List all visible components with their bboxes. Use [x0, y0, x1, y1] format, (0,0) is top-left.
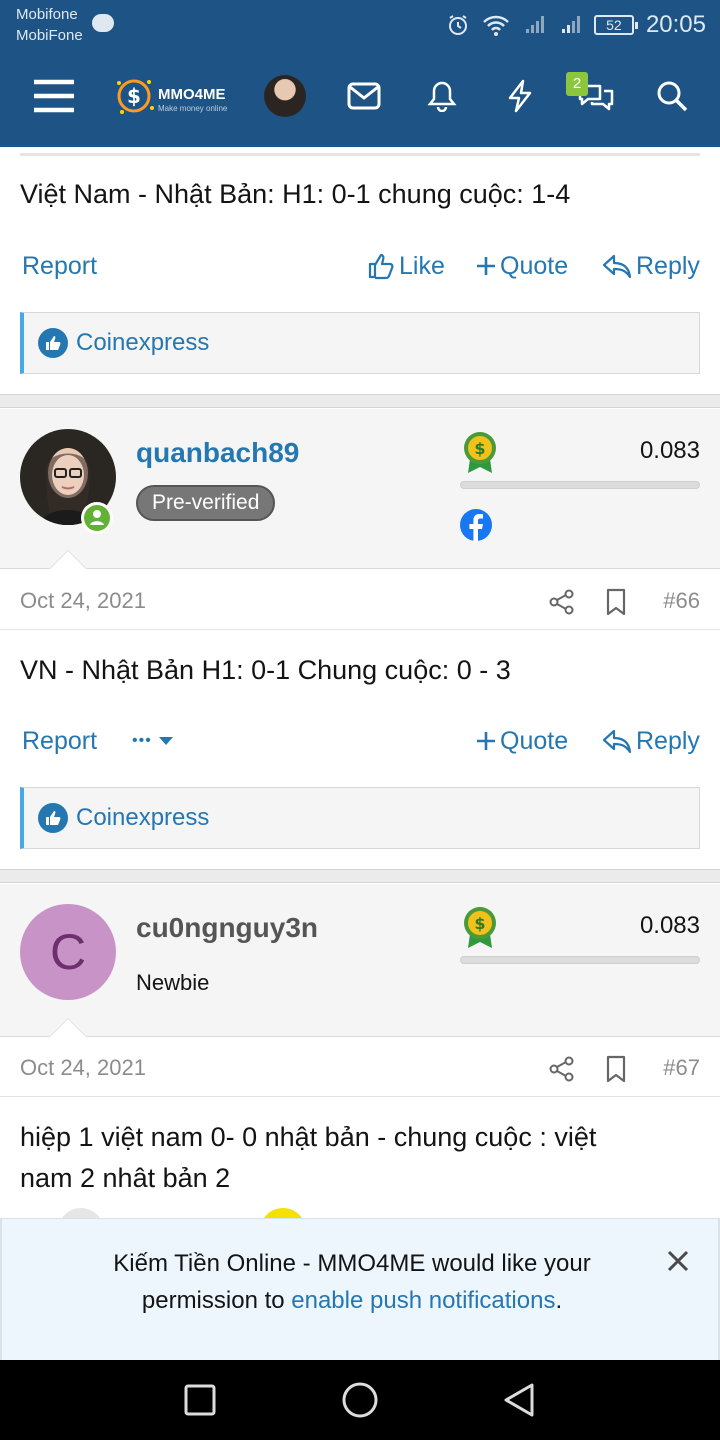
- user-info-block: C cu0ngnguy3n Newbie $ 0.083: [0, 884, 720, 1037]
- message-notification-icon: [92, 14, 114, 32]
- signal-2-icon: [561, 16, 580, 33]
- money-medal-icon: $: [464, 432, 496, 473]
- signal-1-icon: [525, 16, 544, 33]
- system-navigation-bar: [0, 1360, 720, 1440]
- carrier-2: MobiFone: [16, 27, 83, 44]
- alarm-icon: [448, 15, 467, 35]
- pointer: [50, 1019, 86, 1037]
- reaction-user[interactable]: Coinexpress: [76, 329, 209, 357]
- money-medal-icon: $: [464, 907, 496, 948]
- logo-mark-icon: $: [117, 79, 154, 114]
- like-reaction-icon: [38, 328, 68, 358]
- post-meta: Oct 24, 2021 #66: [0, 570, 720, 630]
- post-actions: Report ••• Quote Reply: [0, 721, 720, 761]
- plus-icon: [477, 257, 495, 275]
- notification-text-end: .: [555, 1287, 563, 1314]
- user-title-badge: Pre-verified: [136, 485, 276, 521]
- post-number[interactable]: #67: [663, 1055, 700, 1081]
- post-actions: Report Like Quote Reply: [0, 246, 720, 286]
- nav-bar: $ MMO4ME Make money online 2: [0, 56, 720, 136]
- svg-text:$: $: [474, 439, 485, 458]
- quote-button[interactable]: Quote: [476, 721, 568, 761]
- user-title: Newbie: [136, 970, 210, 995]
- app-header: Mobifone MobiFone 52 20:05 $ MMO4ME Make…: [0, 0, 720, 147]
- like-reaction-icon: [38, 803, 68, 833]
- reply-label: Reply: [636, 252, 700, 280]
- score-progress-bar: [460, 956, 700, 964]
- user-score: 0.083: [639, 437, 700, 464]
- logo-tagline: Make money online: [158, 104, 228, 113]
- quote-label: Quote: [500, 252, 569, 280]
- reactions-bar[interactable]: Coinexpress: [20, 787, 700, 849]
- reply-button[interactable]: Reply: [602, 721, 700, 761]
- thumbs-up-icon: [368, 253, 394, 280]
- username[interactable]: cu0ngnguy3n: [136, 912, 318, 944]
- share-icon[interactable]: [548, 588, 576, 616]
- home-icon[interactable]: [340, 1380, 380, 1420]
- post-body: VN - Nhật Bản H1: 0-1 Chung cuộc: 0 - 3: [20, 655, 511, 685]
- plus-icon: [477, 732, 495, 750]
- bell-icon[interactable]: [420, 74, 464, 118]
- pointer: [50, 551, 86, 569]
- more-options-button[interactable]: •••: [132, 721, 176, 761]
- post-meta: Oct 24, 2021 #67: [0, 1037, 720, 1097]
- facebook-icon[interactable]: [460, 509, 492, 541]
- svg-text:$: $: [474, 914, 485, 933]
- post-body: Việt Nam - Nhật Bản: H1: 0-1 chung cuộc:…: [20, 179, 571, 209]
- user-avatar[interactable]: C: [20, 904, 116, 1000]
- post-date[interactable]: Oct 24, 2021: [20, 1055, 146, 1081]
- lightning-icon[interactable]: [498, 74, 542, 118]
- share-icon[interactable]: [548, 1055, 576, 1083]
- search-icon[interactable]: [650, 74, 694, 118]
- like-button[interactable]: Like: [367, 246, 445, 286]
- svg-text:$: $: [127, 84, 141, 108]
- post-separator: [0, 869, 720, 883]
- logo-text: MMO4ME: [158, 86, 226, 103]
- divider: [20, 153, 700, 156]
- enable-notifications-link[interactable]: enable push notifications: [291, 1287, 555, 1314]
- post-separator: [0, 394, 720, 408]
- more-label: •••: [132, 732, 152, 749]
- reactions-bar[interactable]: Coinexpress: [20, 312, 700, 374]
- recent-apps-icon[interactable]: [180, 1380, 220, 1420]
- push-notification-prompt: Kiếm Tiền Online - MMO4ME would like you…: [0, 1218, 720, 1360]
- status-indicators: 52 20:05: [446, 8, 706, 42]
- quote-label: Quote: [500, 727, 569, 755]
- battery-indicator: 52: [593, 15, 638, 35]
- site-logo[interactable]: $ MMO4ME Make money online: [112, 74, 242, 118]
- back-icon[interactable]: [500, 1380, 540, 1420]
- online-status-icon: [81, 502, 113, 534]
- bookmark-icon[interactable]: [604, 1055, 628, 1083]
- status-bar: Mobifone MobiFone 52 20:05: [0, 0, 720, 50]
- user-score: 0.083: [639, 912, 700, 939]
- reaction-user[interactable]: Coinexpress: [76, 804, 209, 832]
- like-label: Like: [399, 252, 445, 280]
- post-date[interactable]: Oct 24, 2021: [20, 588, 146, 614]
- clock: 20:05: [645, 11, 706, 38]
- reply-icon: [602, 729, 632, 754]
- reply-icon: [602, 254, 632, 279]
- inbox-icon[interactable]: [342, 74, 386, 118]
- reply-label: Reply: [636, 727, 700, 755]
- bookmark-icon[interactable]: [604, 588, 628, 616]
- quote-button[interactable]: Quote: [476, 246, 568, 286]
- close-icon[interactable]: [666, 1249, 690, 1279]
- post-body-line-1: hiệp 1 việt nam 0- 0 nhật bản - chung cu…: [20, 1122, 597, 1152]
- username[interactable]: quanbach89: [136, 437, 299, 469]
- user-info-block: quanbach89 Pre-verified $ 0.083: [0, 409, 720, 569]
- wifi-icon: [483, 15, 509, 36]
- post-number[interactable]: #66: [663, 588, 700, 614]
- conversations-badge: 2: [566, 72, 588, 96]
- notification-message: Kiếm Tiền Online - MMO4ME would like you…: [62, 1245, 642, 1319]
- account-avatar[interactable]: [264, 75, 306, 117]
- score-progress-bar: [460, 481, 700, 489]
- report-link[interactable]: Report: [22, 721, 97, 761]
- reply-button[interactable]: Reply: [602, 246, 700, 286]
- carrier-info: Mobifone MobiFone: [16, 4, 83, 46]
- carrier-1: Mobifone: [16, 6, 78, 23]
- menu-icon[interactable]: [32, 74, 76, 118]
- caret-down-icon: [158, 737, 173, 745]
- hidden-content-peek: [0, 1188, 720, 1254]
- report-link[interactable]: Report: [22, 246, 97, 286]
